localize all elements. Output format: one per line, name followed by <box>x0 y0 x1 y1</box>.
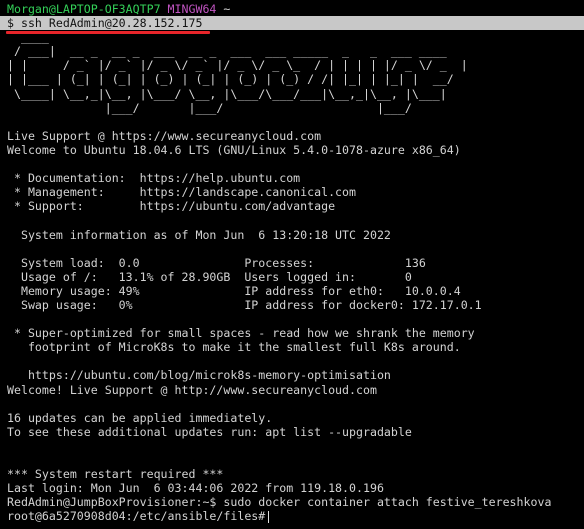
output-line: * Support: https://ubuntu.com/advantage <box>7 199 336 214</box>
final-prompt-line[interactable]: root@6a5270908d04:/etc/ansible/files# <box>7 509 582 523</box>
terminal-output: Live Support @ https://www.secureanyclou… <box>7 115 582 510</box>
output-line: Last login: Mon Jun 6 03:44:06 2022 from… <box>7 481 384 496</box>
output-line: Live Support @ https://www.secureanyclou… <box>7 128 322 143</box>
output-line: 16 updates can be applied immediately. <box>7 410 273 425</box>
final-prompt: root@6a5270908d04:/etc/ansible/files# <box>7 509 266 524</box>
output-line: RedAdmin@JumpBoxProvisioner:~$ sudo dock… <box>7 495 552 510</box>
output-line: Swap usage: 0% IP address for docker0: 1… <box>7 297 482 312</box>
output-line: System information as of Mon Jun 6 13:20… <box>7 227 391 242</box>
output-line: * Super-optimized for small spaces - rea… <box>7 326 475 341</box>
output-line: Welcome to Ubuntu 18.04.6 LTS (GNU/Linux… <box>7 142 461 157</box>
logo-line: |___/ |___/ |___/ <box>7 100 412 115</box>
ssh-command-line: $ ssh RedAdmin@20.28.152.175 <box>0 16 584 31</box>
red-underline-annotation <box>6 31 210 34</box>
ascii-logo: ____ / ___| __ _ __ _ ___ __ _ ___ ___ _… <box>7 30 582 115</box>
logo-line: | |___ | (_| | (_| | (_) | (_| | (_) | (… <box>7 72 454 87</box>
text-cursor <box>268 510 270 523</box>
prompt-user-host: Morgan@LAPTOP-OF3AQTP7 <box>7 2 161 16</box>
logo-line: \____| \__,_|\__, |\___/ \__, |\___/\___… <box>7 86 447 101</box>
output-line: https://ubuntu.com/blog/microk8s-memory-… <box>7 368 391 383</box>
output-line: * Management: https://landscape.canonica… <box>7 185 357 200</box>
output-line: Usage of /: 13.1% of 28.90GB Users logge… <box>7 269 412 284</box>
output-line: *** System restart required *** <box>7 467 224 482</box>
logo-line: / ___| __ _ __ _ ___ __ _ ___ ___ _____ … <box>7 44 447 59</box>
prompt-cwd: ~ <box>223 2 231 16</box>
output-line: To see these additional updates run: apt… <box>7 424 412 439</box>
output-line: Memory usage: 49% IP address for eth0: 1… <box>7 283 461 298</box>
output-line: Welcome! Live Support @ http://www.secur… <box>7 382 377 397</box>
shell-prompt-line: Morgan@LAPTOP-OF3AQTP7 MINGW64 ~ <box>7 2 582 16</box>
output-line: * Documentation: https://help.ubuntu.com <box>7 171 301 186</box>
terminal-window[interactable]: Morgan@LAPTOP-OF3AQTP7 MINGW64 ~ $ ssh R… <box>0 2 584 523</box>
prompt-shell-name: MINGW64 <box>167 2 217 16</box>
logo-line: | | / _` |/ _` |/ _ \/ _` |/ _ \/ _ \_ /… <box>7 58 468 73</box>
output-line: System load: 0.0 Processes: 136 <box>7 255 426 270</box>
output-line: footprint of MicroK8s to make it the sma… <box>7 340 461 355</box>
